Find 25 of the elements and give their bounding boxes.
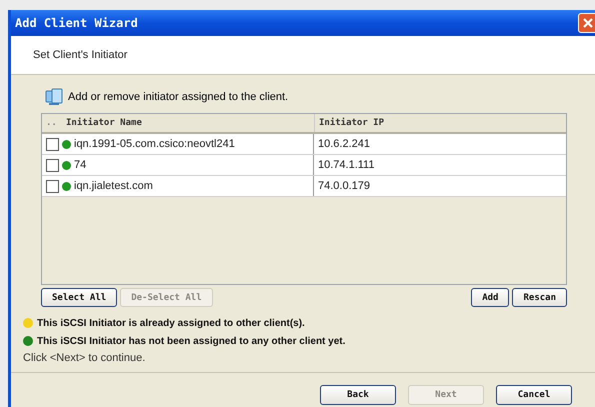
table-cell: 74 bbox=[74, 159, 86, 171]
close-button[interactable] bbox=[578, 13, 595, 33]
table-button[interactable]: Add bbox=[471, 288, 510, 307]
legend-text: This iSCSI Initiator is already assigned to other client(s). bbox=[37, 318, 305, 328]
checkbox[interactable] bbox=[46, 180, 59, 192]
table-cell: 10.74.1.111 bbox=[318, 159, 374, 171]
table-button[interactable]: Rescan bbox=[512, 288, 567, 307]
network-icon bbox=[45, 88, 63, 106]
table-button[interactable]: Select All bbox=[41, 288, 118, 307]
table-cell: iqn.jialetest.com bbox=[74, 180, 153, 192]
table-cell: 10.6.2.241 bbox=[318, 138, 370, 150]
close-icon bbox=[582, 17, 594, 29]
column-header[interactable]: Initiator Name bbox=[64, 114, 315, 132]
instruction-text: Add or remove initiator assigned to the client. bbox=[68, 91, 288, 103]
legend-text: This iSCSI Initiator has not been assigned to any other client yet. bbox=[37, 336, 346, 346]
window-title: Add Client Wizard bbox=[15, 16, 138, 30]
wizard-button[interactable]: Back bbox=[320, 385, 396, 405]
wizard-button[interactable]: Cancel bbox=[496, 385, 572, 405]
checkbox[interactable] bbox=[46, 158, 59, 172]
checkbox[interactable] bbox=[46, 138, 59, 150]
table-cell: 74.0.0.179 bbox=[318, 180, 370, 192]
table-cell: iqn.1991-05.com.csico:neovtl241 bbox=[74, 138, 235, 150]
step-title: Set Client's Initiator bbox=[33, 49, 128, 61]
hint-text: Click <Next> to continue. bbox=[23, 352, 146, 364]
column-header[interactable]: Initiator IP bbox=[315, 114, 566, 132]
